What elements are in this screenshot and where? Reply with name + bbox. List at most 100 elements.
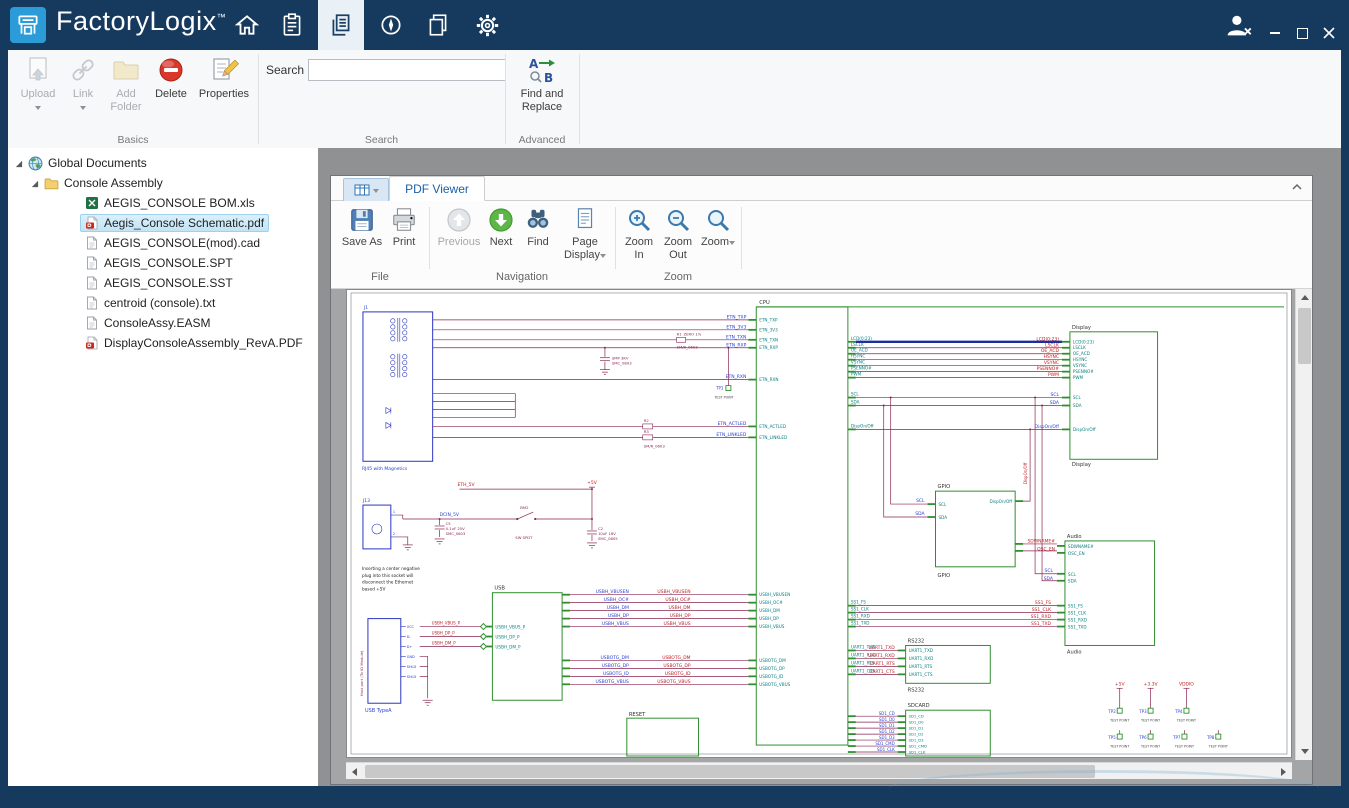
svg-text:LSCLK: LSCLK xyxy=(1073,345,1086,350)
tree-item-file[interactable]: DisplayConsoleAssembly_RevA.PDF xyxy=(8,333,318,353)
zoom-caret xyxy=(729,241,735,245)
tree-item-file[interactable]: centroid (console).txt xyxy=(8,293,318,313)
svg-text:DispOn/Off: DispOn/Off xyxy=(1023,462,1028,484)
zoom-icon xyxy=(704,206,732,234)
tree-item-console-assembly[interactable]: Console Assembly xyxy=(8,173,318,193)
link-button[interactable]: Link xyxy=(64,55,102,143)
viewer-selector-tab[interactable] xyxy=(343,178,389,201)
expander-icon[interactable] xyxy=(30,179,39,188)
folder-icon xyxy=(44,177,59,190)
svg-text:USBH_VBUS_P: USBH_VBUS_P xyxy=(432,621,461,626)
nav-documents-button[interactable] xyxy=(318,0,364,50)
properties-button[interactable]: Properties xyxy=(194,55,254,143)
svg-text:SCL: SCL xyxy=(1073,395,1082,400)
maximize-icon xyxy=(1297,28,1308,39)
nav-reports-button[interactable] xyxy=(415,0,461,50)
print-button[interactable]: Print xyxy=(385,206,423,249)
nav-sync-button[interactable] xyxy=(368,0,414,50)
next-icon xyxy=(487,206,515,234)
save-as-button[interactable]: Save As xyxy=(341,206,383,249)
svg-text:TEST POINT: TEST POINT xyxy=(1174,745,1194,749)
svg-text:UART1_CTS: UART1_CTS xyxy=(869,669,895,675)
svg-text:CPU: CPU xyxy=(759,300,770,306)
nav-tasks-button[interactable] xyxy=(269,0,315,50)
scroll-up-button[interactable] xyxy=(1296,289,1313,306)
tab-pdf-viewer[interactable]: PDF Viewer xyxy=(389,176,485,201)
add-folder-button[interactable]: Add Folder xyxy=(104,55,148,143)
svg-text:SDWNAME#: SDWNAME# xyxy=(1068,544,1094,549)
file-name: AEGIS_CONSOLE BOM.xls xyxy=(104,196,255,210)
nav-home-button[interactable] xyxy=(224,0,270,50)
svg-text:SHLD: SHLD xyxy=(407,675,417,679)
svg-text:SCL: SCL xyxy=(1068,572,1077,577)
ribbon-group-search: Search xyxy=(258,134,505,146)
pdf-page: J1 RJ45 with Magnetics xyxy=(346,289,1292,758)
user-logoff-button[interactable] xyxy=(1218,0,1258,50)
find-button[interactable]: Find xyxy=(521,206,555,249)
schematic-drawing: J1 RJ45 with Magnetics xyxy=(347,290,1291,757)
page-display-icon xyxy=(571,206,599,234)
svg-text:SCL: SCL xyxy=(916,498,925,504)
clipboard-list-icon xyxy=(279,12,305,38)
svg-text:VSYNC: VSYNC xyxy=(1073,363,1087,368)
svg-text:TP1: TP1 xyxy=(715,386,724,391)
svg-text:SD1_D1: SD1_D1 xyxy=(909,726,924,731)
svg-text:USBOTG_DM: USBOTG_DM xyxy=(600,655,628,661)
svg-text:SS1_CLK: SS1_CLK xyxy=(851,607,869,612)
svg-text:TEST POINT: TEST POINT xyxy=(1140,719,1160,723)
delete-button[interactable]: Delete xyxy=(150,55,192,143)
minimize-button[interactable] xyxy=(1264,24,1286,42)
search-input[interactable] xyxy=(308,59,506,81)
expander-icon[interactable] xyxy=(14,159,23,168)
svg-text:SM/R_0603: SM/R_0603 xyxy=(677,344,699,349)
svg-text:SCL: SCL xyxy=(851,392,860,397)
svg-text:ZERO 1%: ZERO 1% xyxy=(684,331,702,336)
maximize-button[interactable] xyxy=(1291,24,1313,42)
copy-pages-icon xyxy=(425,12,451,38)
collapse-panel-button[interactable] xyxy=(1290,182,1304,192)
svg-text:HSYNC: HSYNC xyxy=(1044,354,1059,360)
zoom-out-button[interactable]: Zoom Out xyxy=(659,206,697,262)
zoom-in-button[interactable]: Zoom In xyxy=(621,206,657,262)
svg-text:ETN_TXP: ETN_TXP xyxy=(727,314,747,320)
app-title: FactoryLogix™ xyxy=(56,6,226,37)
schematic-gpio-block: GPIO GPIO SCL SDA SCL SDA DispOn/Off Dis… xyxy=(883,397,1057,579)
scroll-left-button[interactable] xyxy=(346,763,363,780)
svg-text:SD1_CD: SD1_CD xyxy=(909,714,924,719)
svg-text:USBH_OC#: USBH_OC# xyxy=(759,600,783,605)
tree-item-file[interactable]: AEGIS_CONSOLE.SPT xyxy=(8,253,318,273)
svg-text:SD1_D2: SD1_D2 xyxy=(879,729,895,734)
svg-text:ETN_ACTLED: ETN_ACTLED xyxy=(759,424,786,429)
schematic-j1-connector: J1 RJ45 with Magnetics xyxy=(362,305,433,472)
nav-settings-button[interactable] xyxy=(464,0,510,50)
binoculars-icon xyxy=(524,206,552,234)
tree-item-file-selected[interactable]: Aegis_Console Schematic.pdf xyxy=(8,213,318,233)
close-icon xyxy=(1323,27,1335,39)
tree-item-global-documents[interactable]: Global Documents xyxy=(8,153,318,173)
schematic-audio-block: Audio Audio SDWNAME# OSC_EN SCL SDA SS1_… xyxy=(856,397,1155,656)
next-button[interactable]: Next xyxy=(483,206,519,249)
svg-text:PWM: PWM xyxy=(1073,375,1084,380)
previous-button[interactable]: Previous xyxy=(435,206,483,249)
svg-text:SS1_RXD: SS1_RXD xyxy=(1031,614,1052,620)
tree-item-file[interactable]: AEGIS_CONSOLE BOM.xls xyxy=(8,193,318,213)
schematic-test-points: +5V +3.3V VDDIO TP2 TP3 TP4 TEST POINT T… xyxy=(1107,681,1227,748)
upload-button[interactable]: Upload xyxy=(14,55,62,143)
svg-text:SD1_D0: SD1_D0 xyxy=(909,720,924,725)
zoom-button[interactable]: Zoom xyxy=(699,206,737,249)
tree-item-file[interactable]: AEGIS_CONSOLE.SST xyxy=(8,273,318,293)
vertical-scrollbar[interactable] xyxy=(1295,289,1312,760)
find-and-replace-button[interactable]: A B Find and Replace xyxy=(511,55,573,143)
close-button[interactable] xyxy=(1318,24,1340,42)
tree-item-file[interactable]: ConsoleAssy.EASM xyxy=(8,313,318,333)
tree-item-file[interactable]: AEGIS_CONSOLE(mod).cad xyxy=(8,233,318,253)
svg-text:UART1_TXD: UART1_TXD xyxy=(869,645,896,651)
page-display-button[interactable]: Page Display xyxy=(559,206,611,262)
svg-text:USBH_DP_P: USBH_DP_P xyxy=(432,631,456,636)
svg-text:SDA: SDA xyxy=(1073,403,1082,408)
svg-text:USBOTG_DM: USBOTG_DM xyxy=(662,655,690,661)
scroll-down-button[interactable] xyxy=(1296,743,1313,760)
vertical-scroll-thumb[interactable] xyxy=(1298,308,1311,364)
svg-text:USBH_VBUS: USBH_VBUS xyxy=(759,624,785,629)
svg-text:USB: USB xyxy=(494,586,505,592)
